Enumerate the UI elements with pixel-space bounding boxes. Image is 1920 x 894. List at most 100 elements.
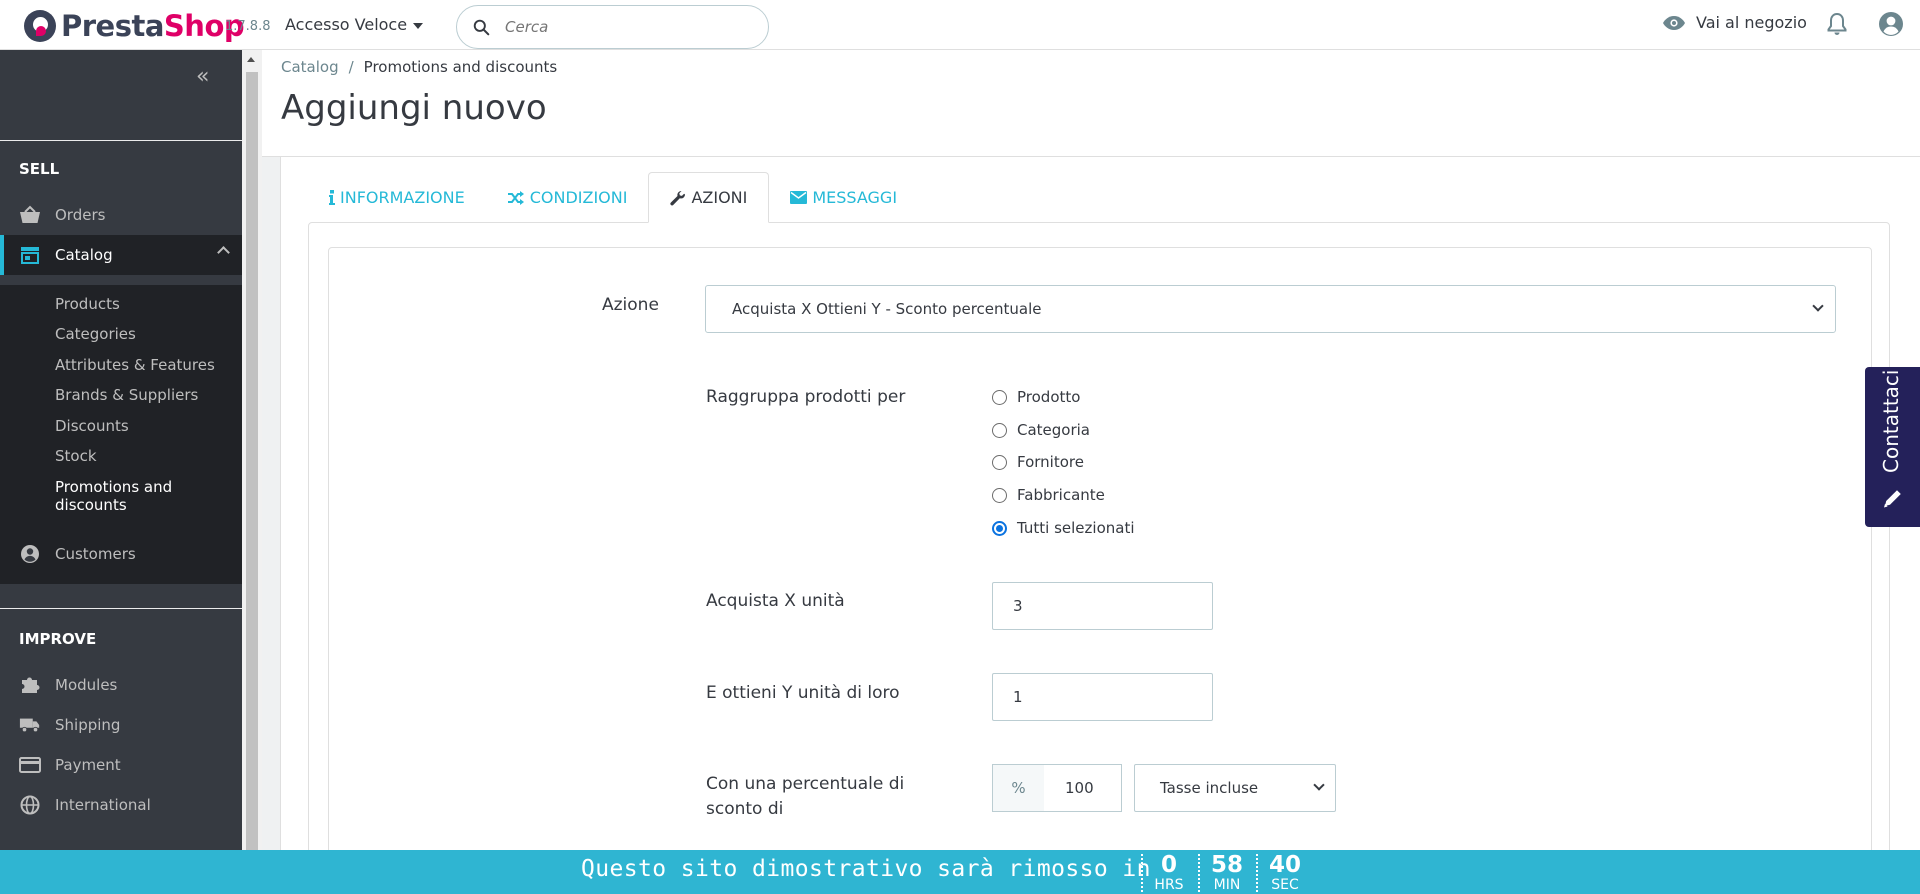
percent-label-line1: Con una percentuale di xyxy=(706,774,905,794)
radio-button[interactable] xyxy=(992,422,1007,438)
quick-access-label: Accesso Veloce xyxy=(285,15,408,34)
sidebar-item-shipping[interactable]: Shipping xyxy=(0,705,242,745)
wrench-icon xyxy=(670,190,686,205)
section-title-improve: IMPROVE xyxy=(19,630,97,648)
percent-input[interactable]: 100 xyxy=(1044,764,1122,812)
submenu-item-discounts[interactable]: Discounts xyxy=(55,417,129,435)
sidebar-item-international[interactable]: International xyxy=(0,785,242,825)
radio-label: Fabbricante xyxy=(1017,486,1105,504)
tab-condizioni[interactable]: CONDIZIONI xyxy=(486,172,649,223)
radio-label: Fornitore xyxy=(1017,453,1084,471)
submenu-item-products[interactable]: Products xyxy=(55,295,120,313)
action-select[interactable]: Acquista X Ottieni Y - Sconto percentual… xyxy=(705,285,1836,333)
submenu-item-attributes[interactable]: Attributes & Features xyxy=(55,356,215,374)
percent-label-line2: sconto di xyxy=(706,799,784,819)
radio-label: Tutti selezionati xyxy=(1017,519,1135,537)
get-y-label: E ottieni Y unità di loro xyxy=(706,683,900,703)
countdown-message: Questo sito dimostrativo sarà rimosso in xyxy=(581,856,1151,882)
radio-button[interactable] xyxy=(992,454,1007,470)
credit-card-icon xyxy=(19,754,41,776)
logo-text-presta: Presta xyxy=(61,9,164,43)
sidebar-item-customers[interactable]: Customers xyxy=(0,534,242,574)
breadcrumb-catalog[interactable]: Catalog xyxy=(281,58,339,76)
action-select-value: Acquista X Ottieni Y - Sconto percentual… xyxy=(732,300,1042,318)
sidebar-scrollbar[interactable] xyxy=(242,50,262,852)
collapse-sidebar-icon[interactable]: « xyxy=(196,64,209,89)
pencil-icon xyxy=(1884,490,1901,508)
section-title-sell: SELL xyxy=(19,160,60,178)
shuffle-icon xyxy=(507,190,524,205)
action-label: Azione xyxy=(602,295,659,315)
breadcrumb-current: Promotions and discounts xyxy=(363,58,558,76)
tab-label: AZIONI xyxy=(691,188,748,207)
search-icon[interactable] xyxy=(473,19,490,36)
submenu-item-brands[interactable]: Brands & Suppliers xyxy=(55,386,198,404)
tab-informazione[interactable]: INFORMAZIONE xyxy=(308,172,486,223)
sidebar-item-modules[interactable]: Modules xyxy=(0,665,242,705)
tab-label: MESSAGGI xyxy=(812,188,898,207)
get-y-value: 1 xyxy=(1013,688,1023,706)
quick-access-dropdown[interactable]: Accesso Veloce xyxy=(285,15,424,34)
buy-x-label: Acquista X unità xyxy=(706,591,845,611)
user-account-icon[interactable] xyxy=(1878,11,1904,37)
chevron-down-icon xyxy=(1812,300,1824,312)
account-circle-icon xyxy=(19,543,41,565)
submenu-item-promotions[interactable]: Promotions and discounts xyxy=(55,478,205,514)
get-y-input[interactable]: 1 xyxy=(992,673,1213,721)
tab-messaggi[interactable]: MESSAGGI xyxy=(769,172,918,223)
puffin-logo-icon xyxy=(24,10,56,42)
globe-icon xyxy=(19,794,41,816)
radio-button[interactable] xyxy=(992,389,1007,405)
truck-icon xyxy=(19,714,41,736)
puzzle-icon xyxy=(19,674,41,696)
tab-label: INFORMAZIONE xyxy=(340,188,465,207)
radio-option-category[interactable]: Categoria xyxy=(992,421,1090,439)
radio-option-product[interactable]: Prodotto xyxy=(992,388,1080,406)
contact-us-tab[interactable]: Contattaci xyxy=(1865,367,1920,527)
timer-hours-unit: HRS xyxy=(1154,877,1184,893)
group-by-label: Raggruppa prodotti per xyxy=(706,387,906,407)
page-header: Catalog / Promotions and discounts Aggiu… xyxy=(262,50,1920,157)
buy-x-input[interactable]: 3 xyxy=(992,582,1213,630)
radio-button[interactable] xyxy=(992,487,1007,503)
radio-label: Categoria xyxy=(1017,421,1091,439)
timer-seconds: 40 SEC xyxy=(1258,850,1312,894)
prestashop-logo[interactable]: PrestaShop xyxy=(24,9,245,43)
info-icon xyxy=(329,190,335,205)
sidebar: « SELL Orders Catalog Products Categorie… xyxy=(0,50,242,850)
version-label: 1.7.8.8 xyxy=(225,19,271,34)
timer-hours-value: 0 xyxy=(1160,852,1177,878)
page-title: Aggiungi nuovo xyxy=(281,88,547,128)
sidebar-item-payment[interactable]: Payment xyxy=(0,745,242,785)
contact-us-label: Contattaci xyxy=(1879,369,1903,473)
breadcrumb: Catalog / Promotions and discounts xyxy=(281,58,557,76)
view-shop-link[interactable]: Vai al negozio xyxy=(1662,13,1807,32)
sidebar-item-catalog[interactable]: Catalog xyxy=(0,235,242,275)
submenu-item-stock[interactable]: Stock xyxy=(55,447,97,465)
search-box[interactable] xyxy=(456,5,769,49)
bell-icon[interactable] xyxy=(1826,12,1848,37)
search-input[interactable] xyxy=(505,18,735,36)
buy-x-value: 3 xyxy=(1013,597,1023,615)
scrollbar-thumb[interactable] xyxy=(246,72,258,852)
sidebar-item-label: Shipping xyxy=(55,716,121,734)
basket-icon xyxy=(19,204,41,226)
radio-button-checked[interactable] xyxy=(992,520,1007,536)
radio-option-all-selected[interactable]: Tutti selezionati xyxy=(992,519,1135,537)
sidebar-divider xyxy=(0,140,242,141)
main-content: INFORMAZIONE CONDIZIONI AZIONI MESSAGGI xyxy=(280,157,1920,887)
scroll-up-icon[interactable] xyxy=(247,57,255,62)
radio-option-manufacturer[interactable]: Fabbricante xyxy=(992,486,1105,504)
radio-option-supplier[interactable]: Fornitore xyxy=(992,453,1084,471)
sidebar-item-orders[interactable]: Orders xyxy=(0,195,242,235)
tax-select[interactable]: Tasse incluse xyxy=(1134,764,1336,812)
sidebar-item-label: Customers xyxy=(55,545,136,563)
submenu-item-categories[interactable]: Categories xyxy=(55,325,136,343)
percent-value: 100 xyxy=(1065,779,1094,797)
tab-azioni[interactable]: AZIONI xyxy=(648,172,770,223)
timer-minutes: 58 MIN xyxy=(1200,850,1254,894)
chevron-up-icon xyxy=(217,246,230,259)
timer-seconds-unit: SEC xyxy=(1271,877,1299,893)
view-shop-label: Vai al negozio xyxy=(1696,13,1807,32)
radio-label: Prodotto xyxy=(1017,388,1081,406)
